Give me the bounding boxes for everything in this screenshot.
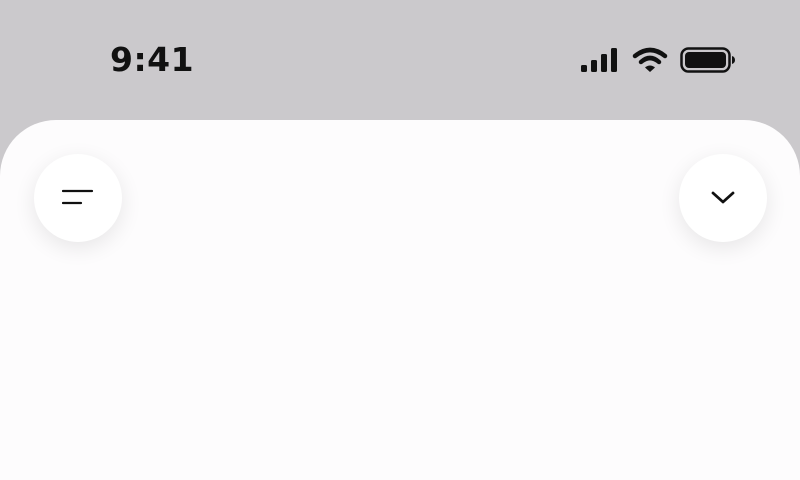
wifi-icon [632, 47, 668, 72]
menu-lines-icon [62, 189, 94, 205]
status-time: 9:41 [110, 40, 195, 79]
status-bar: 9:41 [0, 0, 800, 120]
menu-button[interactable] [34, 154, 122, 242]
status-icons [580, 44, 736, 76]
bottom-sheet [0, 120, 800, 480]
collapse-button[interactable] [679, 154, 767, 242]
cellular-signal-icon [581, 48, 617, 72]
chevron-down-icon [711, 191, 735, 204]
battery-icon [680, 47, 735, 73]
